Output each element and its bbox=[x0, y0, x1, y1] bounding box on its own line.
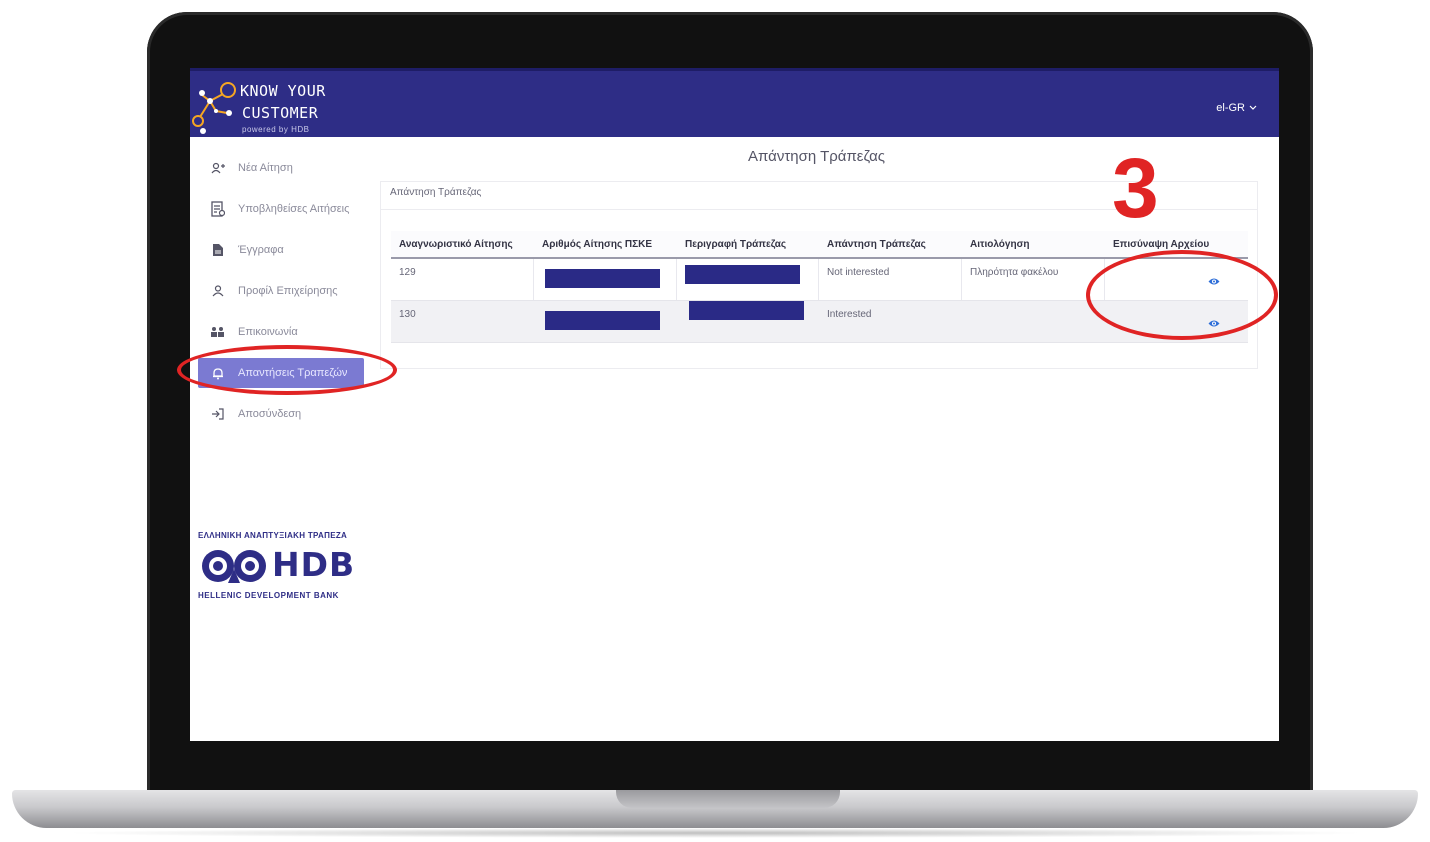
file-icon bbox=[210, 242, 226, 258]
annotation-ellipse-attachment bbox=[1086, 250, 1278, 340]
network-logo-icon bbox=[192, 82, 236, 134]
column-header[interactable]: Απάντηση Τράπεζας bbox=[827, 239, 926, 250]
column-header[interactable]: Αριθμός Αίτησης ΠΣΚΕ bbox=[542, 239, 652, 250]
redacted-application-number bbox=[545, 311, 660, 330]
sidebar-item-label: Επικοινωνία bbox=[238, 326, 298, 338]
column-header[interactable]: Επισύναψη Αρχείου bbox=[1113, 239, 1209, 250]
column-header[interactable]: Αιτιολόγηση bbox=[970, 239, 1030, 250]
page-title: Απάντηση Τράπεζας bbox=[748, 148, 885, 165]
logout-icon bbox=[210, 406, 226, 422]
people-icon bbox=[210, 324, 226, 340]
bank-response: Not interested bbox=[827, 267, 890, 278]
top-bar: KNOW YOUR CUSTOMER powered by HDB el-GR bbox=[190, 68, 1279, 137]
app-logo[interactable]: KNOW YOUR CUSTOMER powered by HDB bbox=[192, 79, 382, 139]
annotation-step-number: 3 bbox=[1112, 141, 1159, 235]
column-header[interactable]: Αναγνωριστικό Αίτησης bbox=[399, 239, 513, 250]
sidebar-item-contact[interactable]: Επικοινωνία bbox=[198, 317, 364, 347]
language-selector[interactable]: el-GR bbox=[1216, 102, 1257, 114]
language-label: el-GR bbox=[1216, 102, 1245, 114]
chevron-down-icon bbox=[1249, 105, 1257, 110]
user-icon bbox=[210, 283, 226, 299]
hdb-emblem-icon bbox=[202, 550, 266, 583]
application-id: 129 bbox=[399, 267, 416, 278]
sidebar-item-submitted-applications[interactable]: Υποβληθείσες Αιτήσεις bbox=[198, 194, 364, 224]
sidebar-item-label: Έγγραφα bbox=[238, 244, 284, 256]
laptop-notch bbox=[616, 790, 840, 808]
sidebar-item-label: Αποσύνδεση bbox=[238, 408, 302, 420]
annotation-ellipse-sidebar bbox=[177, 345, 397, 395]
laptop-shadow bbox=[60, 828, 1370, 838]
logo-line-1: KNOW YOUR bbox=[240, 82, 326, 100]
sidebar-item-logout[interactable]: Αποσύνδεση bbox=[198, 399, 364, 429]
bank-acronym: HDB bbox=[272, 545, 356, 584]
redacted-application-number bbox=[545, 269, 660, 288]
table-header: Αναγνωριστικό Αίτησης Αριθμός Αίτησης ΠΣ… bbox=[391, 231, 1248, 259]
card-title: Απάντηση Τράπεζας bbox=[390, 187, 482, 198]
redacted-bank-description bbox=[685, 265, 800, 284]
sidebar-item-label: Υποβληθείσες Αιτήσεις bbox=[238, 203, 350, 215]
sidebar-item-label: Νέα Αίτηση bbox=[238, 162, 293, 174]
hdb-bank-logo: ΕΛΛΗΝΙΚΗ ΑΝΑΠΤΥΞΙΑΚΗ ΤΡΑΠΕΖΑ HDB HELLENI… bbox=[198, 531, 368, 611]
redacted-bank-description bbox=[689, 301, 804, 320]
bank-name-greek: ΕΛΛΗΝΙΚΗ ΑΝΑΠΤΥΞΙΑΚΗ ΤΡΑΠΕΖΑ bbox=[198, 531, 348, 540]
bank-response: Interested bbox=[827, 309, 872, 320]
application-id: 130 bbox=[399, 309, 416, 320]
add-user-icon bbox=[210, 160, 226, 176]
sidebar-item-business-profile[interactable]: Προφίλ Επιχείρησης bbox=[198, 276, 364, 306]
document-list-icon bbox=[210, 201, 226, 217]
sidebar-item-documents[interactable]: Έγγραφα bbox=[198, 235, 364, 265]
logo-line-2: CUSTOMER bbox=[242, 104, 319, 122]
logo-tagline: powered by HDB bbox=[242, 125, 310, 134]
sidebar-item-label: Προφίλ Επιχείρησης bbox=[238, 285, 338, 297]
response-reason: Πληρότητα φακέλου bbox=[970, 267, 1059, 278]
sidebar-item-new-application[interactable]: Νέα Αίτηση bbox=[198, 153, 364, 183]
sidebar: Νέα Αίτηση Υποβληθείσες Αιτήσεις Έγγραφα… bbox=[190, 137, 374, 741]
bank-name-english: HELLENIC DEVELOPMENT BANK bbox=[198, 591, 339, 600]
column-header[interactable]: Περιγραφή Τράπεζας bbox=[685, 239, 786, 250]
